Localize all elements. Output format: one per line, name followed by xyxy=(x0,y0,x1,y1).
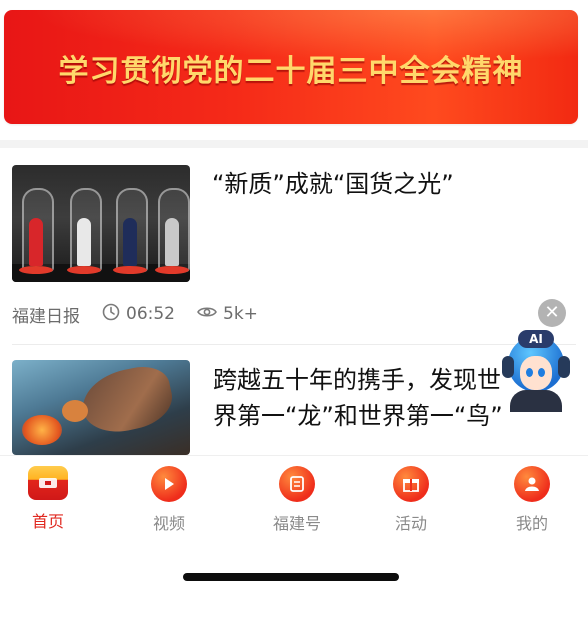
display-base xyxy=(155,266,189,274)
tab-home[interactable]: 首页 xyxy=(8,466,88,532)
display-figure xyxy=(123,218,137,266)
play-icon xyxy=(151,466,187,502)
headphone-icon xyxy=(558,356,570,378)
headphone-icon xyxy=(502,356,514,378)
tab-fujianhao[interactable]: 福建号 xyxy=(257,466,337,534)
display-figure xyxy=(29,218,43,266)
tab-activity[interactable]: 活动 xyxy=(371,466,451,534)
thumb-bird-head xyxy=(62,400,88,422)
banner-title: 学习贯彻党的二十届三中全会精神 xyxy=(58,54,524,89)
tab-label: 我的 xyxy=(515,514,548,533)
ai-assistant-avatar[interactable]: AI xyxy=(500,330,572,412)
avatar-body xyxy=(510,390,562,412)
avatar-eye xyxy=(538,368,545,377)
tab-mine[interactable]: 我的 xyxy=(492,466,572,534)
tab-label: 福建号 xyxy=(272,514,321,533)
clock-icon xyxy=(102,303,120,326)
display-figure xyxy=(165,218,179,266)
bottom-tab-bar: 首页 视频 福建号 活动 我的 xyxy=(0,455,588,536)
tab-label: 活动 xyxy=(394,514,427,533)
tab-video[interactable]: 视频 xyxy=(129,466,209,534)
user-icon xyxy=(514,466,550,502)
gift-icon xyxy=(393,466,429,502)
section-divider xyxy=(0,140,588,148)
article-meta: 福建日报 06:52 5k+ xyxy=(12,302,258,327)
article-separator xyxy=(12,344,576,345)
home-icon xyxy=(28,466,68,500)
tab-label: 视频 xyxy=(152,514,185,533)
article-thumbnail[interactable] xyxy=(12,360,190,455)
thumb-fire xyxy=(22,415,62,445)
tab-label: 首页 xyxy=(31,512,64,531)
scroll-icon xyxy=(279,466,315,502)
article-views: 5k+ xyxy=(223,304,258,324)
avatar-eye xyxy=(526,368,533,377)
display-base xyxy=(67,266,101,274)
close-icon[interactable]: ✕ xyxy=(538,299,566,327)
article-time: 06:52 xyxy=(126,304,175,324)
display-base xyxy=(19,266,53,274)
article-source: 福建日报 xyxy=(12,306,80,327)
ai-badge: AI xyxy=(518,330,554,348)
display-figure xyxy=(77,218,91,266)
avatar-face xyxy=(520,356,552,390)
display-base xyxy=(113,266,147,274)
article-thumbnail[interactable] xyxy=(12,165,190,282)
eye-icon xyxy=(197,304,217,324)
top-banner[interactable]: 学习贯彻党的二十届三中全会精神 xyxy=(4,10,578,124)
article-title[interactable]: “新质”成就“国货之光” xyxy=(212,166,454,202)
article-title[interactable]: 跨越五十年的携手，发现世界第一“龙”和世界第一“鸟” xyxy=(213,362,513,434)
home-indicator[interactable] xyxy=(183,573,399,581)
thumb-bird-wing xyxy=(76,361,178,439)
